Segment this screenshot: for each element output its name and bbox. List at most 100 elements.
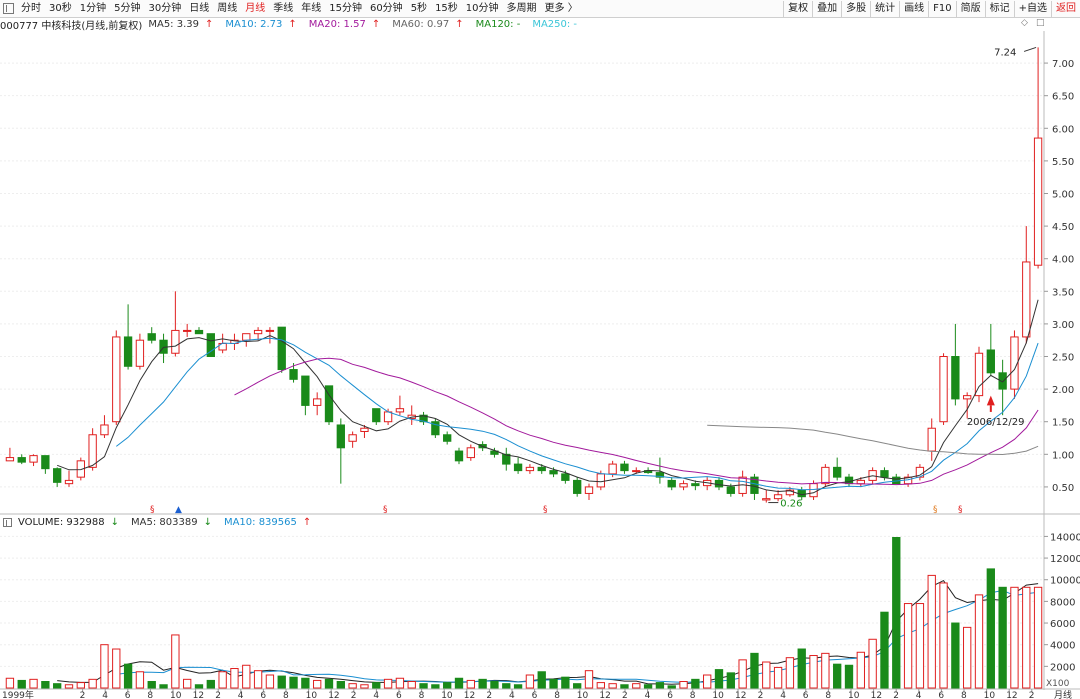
volume-bar <box>360 684 369 689</box>
volume-bar <box>324 678 334 689</box>
candle-body <box>726 486 735 494</box>
candle-body <box>809 483 818 498</box>
vol-ma5-line <box>57 579 1039 685</box>
volume-bar <box>372 682 381 689</box>
volume-bar <box>265 674 275 689</box>
candle-body <box>833 466 842 478</box>
volume-bar <box>821 652 830 689</box>
candle-body <box>466 447 475 459</box>
candle-body <box>135 339 145 367</box>
volume-bar <box>395 677 405 689</box>
event-marker: § <box>958 505 963 515</box>
x-year-label: 1999年 <box>2 689 34 699</box>
volume-bar <box>714 669 724 689</box>
x-tick-label: 2 <box>758 691 764 699</box>
candle-body <box>844 476 854 485</box>
volume-bar <box>194 684 204 689</box>
x-tick-label: 6 <box>260 691 266 699</box>
price-tick-label: 5.00 <box>1052 189 1074 200</box>
volume-bar <box>643 684 653 689</box>
volume-bar <box>1033 586 1043 689</box>
volume-bar <box>230 668 239 689</box>
volume-bar <box>218 671 227 689</box>
price-tick-label: 7.00 <box>1052 59 1074 70</box>
annotation-date: 2006/12/29 <box>967 417 1025 428</box>
candle-body <box>301 375 310 406</box>
volume-bar <box>17 679 26 689</box>
volume-tick-label: 14000 <box>1050 532 1080 543</box>
volume-bar <box>951 622 960 689</box>
candle-body <box>596 473 605 488</box>
x-tick-label: 4 <box>373 691 379 699</box>
x-tick-label: 8 <box>554 691 560 699</box>
candle-body <box>620 463 629 472</box>
volume-bar <box>892 536 901 689</box>
x-tick-label: 12 <box>328 691 339 699</box>
price-tick-label: 4.00 <box>1052 255 1074 266</box>
volume-bar <box>443 682 452 689</box>
candle-body <box>17 457 26 463</box>
volume-bar <box>785 657 795 689</box>
candle-body <box>691 483 700 487</box>
volume-bar <box>773 666 783 689</box>
volume-bar <box>29 678 38 689</box>
period-label: 月线 <box>1054 689 1072 699</box>
ma5-line <box>57 299 1039 496</box>
volume-bar <box>939 582 948 689</box>
candle-body <box>1022 261 1031 338</box>
x-tick-label: 2 <box>893 691 899 699</box>
x-tick-label: 2 <box>1029 691 1035 699</box>
volume-bar <box>833 663 842 689</box>
candle-body <box>513 463 523 472</box>
candle-body <box>395 408 405 413</box>
x-tick-label: 10 <box>577 691 589 699</box>
volume-bar <box>915 603 925 689</box>
event-marker: § <box>933 505 938 515</box>
candle-body <box>265 329 275 332</box>
volume-bar <box>762 661 771 689</box>
x-tick-label: 2 <box>215 691 221 699</box>
volume-bar <box>880 611 889 689</box>
volume-bar <box>431 684 440 689</box>
event-marker: ▲ <box>175 505 182 515</box>
event-marker: § <box>150 505 155 515</box>
x-tick-label: 12 <box>735 691 746 699</box>
volume-bar <box>135 671 145 689</box>
x-tick-label: 6 <box>803 691 809 699</box>
x-tick-label: 6 <box>532 691 538 699</box>
x-tick-label: 2 <box>80 691 86 699</box>
ma10-line <box>115 337 1039 491</box>
volume-bar <box>171 634 180 689</box>
volume-bar <box>986 568 995 689</box>
candle-body <box>53 468 62 483</box>
candle-body <box>549 470 558 475</box>
volume-bar <box>64 684 74 689</box>
volume-bar <box>454 677 464 689</box>
volume-bar <box>336 681 345 689</box>
volume-bar <box>289 676 298 689</box>
x-tick-label: 6 <box>396 691 402 699</box>
volume-bar <box>242 664 251 689</box>
volume-bar <box>1022 586 1031 689</box>
volume-bar <box>584 670 594 689</box>
volume-bar <box>478 678 487 689</box>
kline-chart: 7.24 0.26 2006/12/29 § ▲ § § § § 0.50 1.00 1.50 2.0… <box>0 31 1080 699</box>
volume-bar <box>750 652 759 689</box>
volume-bar <box>183 678 192 689</box>
candle-body <box>880 470 889 478</box>
price-tick-label: 1.50 <box>1052 418 1074 429</box>
up-arrow-icon <box>986 395 995 406</box>
candle-body <box>171 329 180 354</box>
candle-body <box>561 473 570 481</box>
candle-body <box>277 326 286 371</box>
candle-body <box>927 427 936 452</box>
candle-body <box>714 479 724 488</box>
candle-body <box>537 466 546 472</box>
volume-bar <box>53 683 62 689</box>
event-marker: § <box>383 505 388 515</box>
x-tick-label: 4 <box>509 691 515 699</box>
volume-bar <box>998 586 1007 689</box>
candle-body <box>383 411 393 423</box>
volume-tick-label: 8000 <box>1050 597 1075 608</box>
price-tick-label: 5.50 <box>1052 157 1074 168</box>
